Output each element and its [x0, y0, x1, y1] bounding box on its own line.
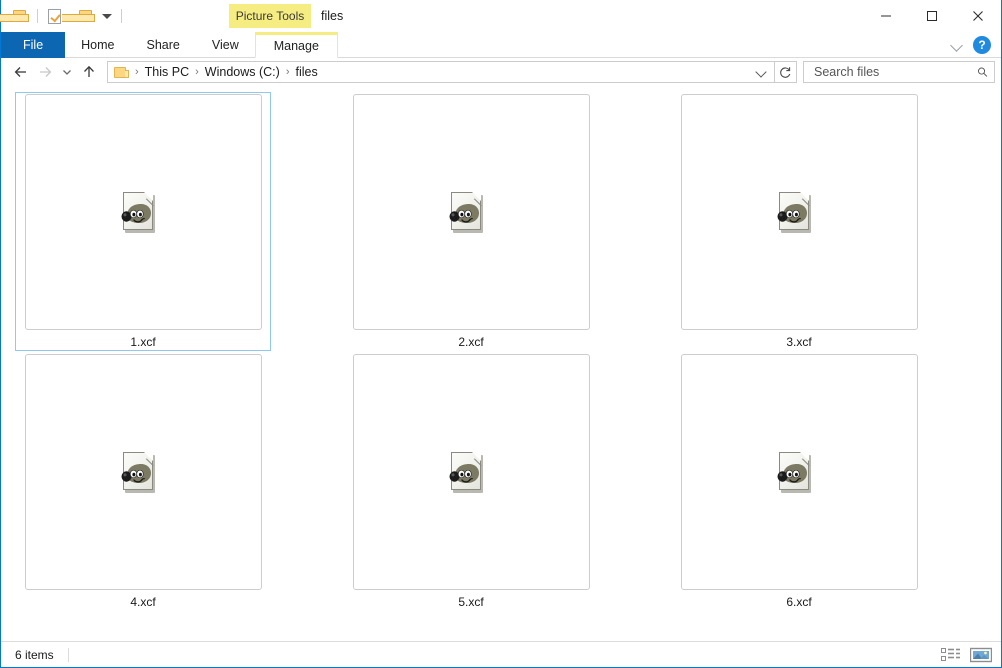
file-grid: 1.xcf [1, 92, 1001, 612]
chevron-down-icon[interactable] [951, 39, 963, 51]
file-name-label: 5.xcf [458, 594, 483, 610]
recent-locations-button[interactable] [57, 60, 77, 84]
window-controls [863, 0, 1001, 32]
customize-caret-icon[interactable] [98, 5, 116, 27]
gimp-xcf-file-icon [448, 449, 494, 495]
breadcrumb-separator-2[interactable]: › [283, 66, 293, 78]
breadcrumb-folder-icon[interactable] [114, 66, 129, 79]
file-thumbnail[interactable] [25, 94, 262, 330]
tab-manage[interactable]: Manage [255, 32, 338, 58]
file-thumbnail[interactable] [25, 354, 262, 590]
status-divider [68, 648, 69, 662]
tab-home[interactable]: Home [65, 32, 130, 58]
breadcrumb-separator-0[interactable]: › [132, 66, 142, 78]
tab-share[interactable]: Share [131, 32, 196, 58]
previous-locations-chevron-icon[interactable] [756, 66, 768, 78]
help-icon[interactable]: ? [973, 36, 991, 54]
breadcrumb-item-files[interactable]: files [292, 65, 320, 79]
contextual-tab-group-label: Picture Tools [229, 4, 311, 28]
back-button[interactable] [9, 60, 33, 84]
file-item[interactable]: 3.xcf [671, 92, 927, 351]
breadcrumb-separator-1[interactable]: › [192, 66, 202, 78]
file-item[interactable]: 1.xcf [15, 92, 271, 351]
ribbon-tab-bar: File Home Share View Manage ? [1, 32, 1001, 58]
file-name-label: 2.xcf [458, 334, 483, 350]
breadcrumb-item-windows-c[interactable]: Windows (C:) [202, 65, 283, 79]
file-thumbnail[interactable] [353, 354, 590, 590]
gimp-xcf-file-icon [448, 189, 494, 235]
file-name-label: 3.xcf [786, 334, 811, 350]
refresh-button[interactable] [775, 61, 797, 83]
gimp-xcf-file-icon [776, 189, 822, 235]
file-thumbnail[interactable] [681, 94, 918, 330]
folder-icon[interactable] [10, 5, 32, 27]
file-name-label: 6.xcf [786, 594, 811, 610]
tab-file[interactable]: File [1, 32, 65, 58]
window-title: files [321, 0, 343, 32]
qat-separator-3 [121, 9, 122, 23]
breadcrumb-item-this-pc[interactable]: This PC [142, 65, 192, 79]
file-thumbnail[interactable] [681, 354, 918, 590]
forward-button [33, 60, 57, 84]
gimp-xcf-file-icon [120, 449, 166, 495]
details-view-button[interactable] [939, 645, 963, 665]
file-list-view[interactable]: 1.xcf [1, 86, 1001, 641]
gimp-xcf-file-icon [776, 449, 822, 495]
file-item[interactable]: 6.xcf [671, 352, 927, 611]
file-name-label: 4.xcf [130, 594, 155, 610]
search-box[interactable] [803, 61, 995, 83]
file-item[interactable]: 4.xcf [15, 352, 271, 611]
view-mode-buttons [939, 642, 993, 668]
search-input[interactable] [812, 64, 977, 80]
tab-view[interactable]: View [196, 32, 255, 58]
gimp-xcf-file-icon [120, 189, 166, 235]
qat-separator-1 [37, 9, 38, 23]
maximize-button[interactable] [909, 0, 955, 32]
file-item[interactable]: 2.xcf [343, 92, 599, 351]
quick-access-toolbar [1, 0, 127, 32]
search-icon[interactable] [977, 65, 988, 79]
item-count-label: 6 items [1, 648, 54, 662]
address-bar: › This PC › Windows (C:) › files [1, 58, 1001, 86]
file-explorer-window: Picture Tools files File Home Share View… [0, 0, 1002, 668]
file-thumbnail[interactable] [353, 94, 590, 330]
new-folder-icon[interactable] [76, 5, 98, 27]
file-item[interactable]: 5.xcf [343, 352, 599, 611]
minimize-button[interactable] [863, 0, 909, 32]
large-icons-view-button[interactable] [969, 645, 993, 665]
title-bar: Picture Tools files [1, 0, 1001, 32]
file-name-label: 1.xcf [130, 334, 155, 350]
breadcrumb[interactable]: › This PC › Windows (C:) › files [107, 61, 775, 83]
ribbon-right-controls: ? [951, 32, 997, 58]
up-button[interactable] [77, 60, 101, 84]
status-bar: 6 items [1, 641, 1001, 667]
close-button[interactable] [955, 0, 1001, 32]
